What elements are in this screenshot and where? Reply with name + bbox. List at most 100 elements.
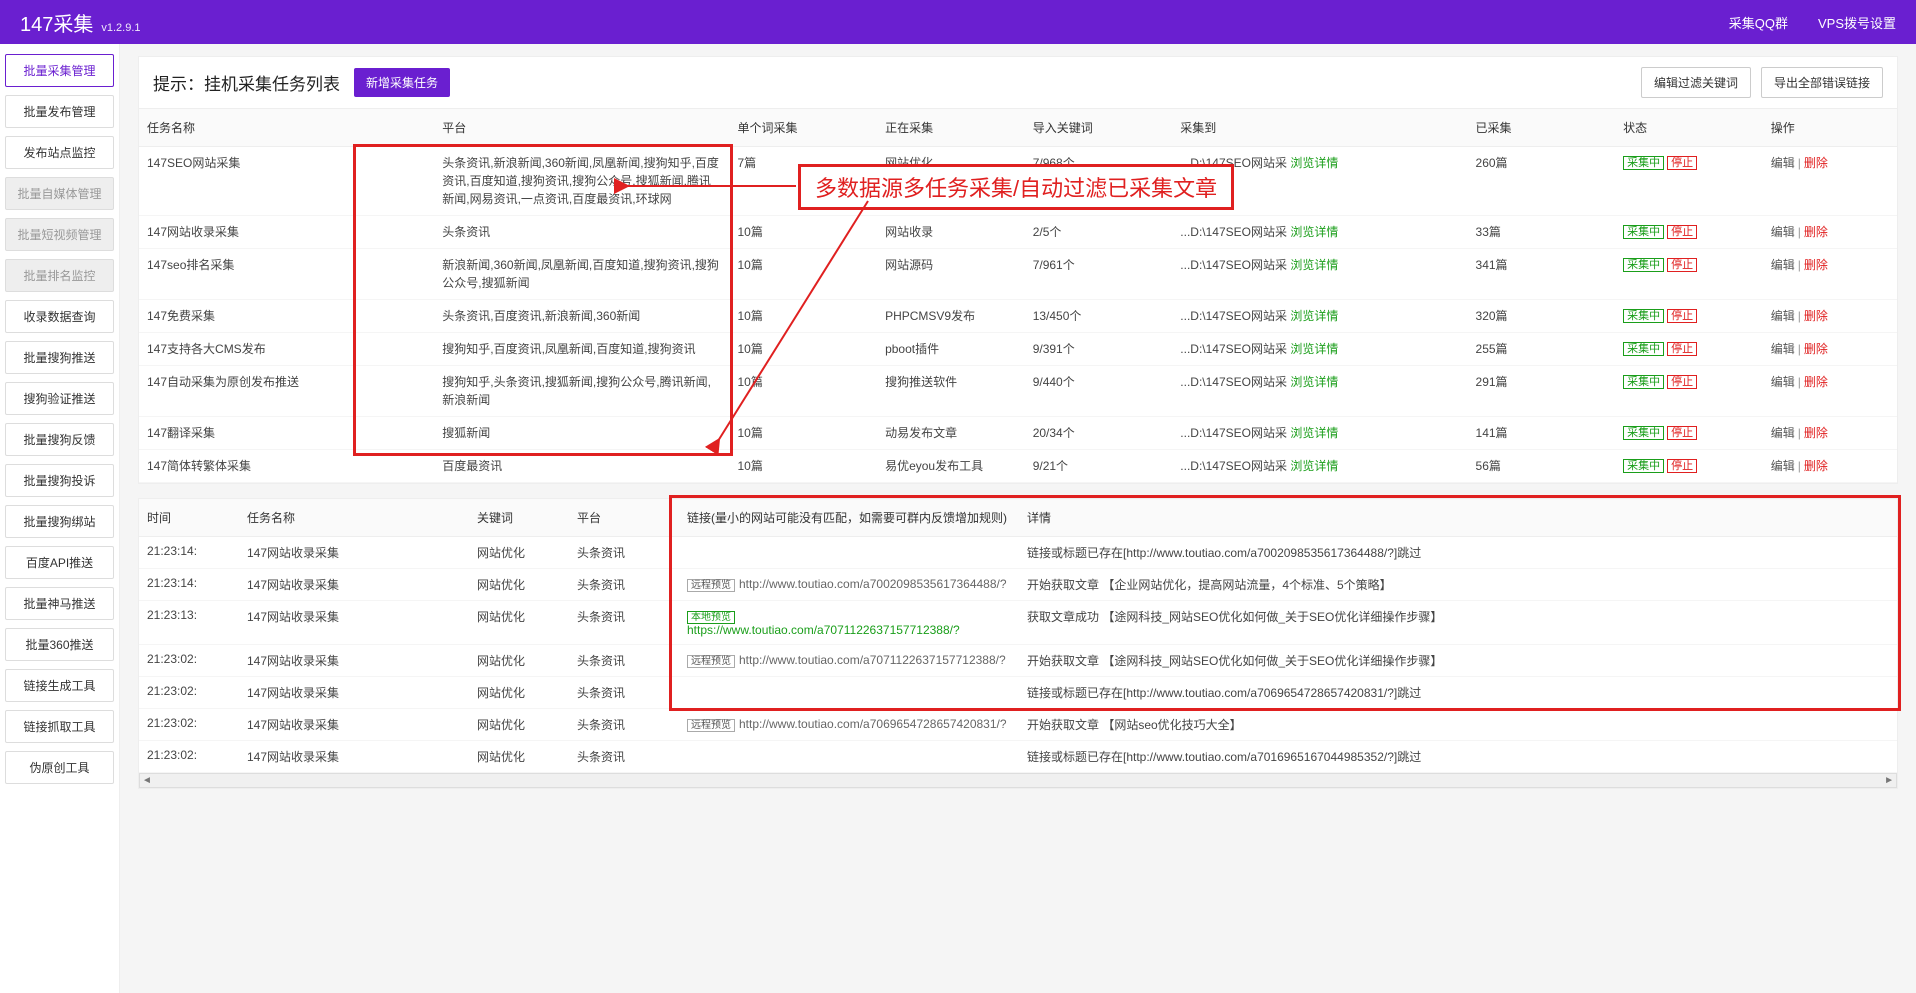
edit-link[interactable]: 编辑 [1771,156,1795,170]
cell-saveto: ...D:\147SEO网站采 浏览详情 [1172,333,1467,366]
cell-perword: 10篇 [729,417,877,450]
delete-link[interactable]: 删除 [1804,309,1828,323]
browse-detail-link[interactable]: 浏览详情 [1290,156,1338,170]
log-cell-name: 147网站收录采集 [239,677,469,709]
log-cell-detail: 开始获取文章 【网站seo优化技巧大全】 [1019,709,1897,741]
status-tag: 采集中 [1623,309,1664,323]
cell-perword: 10篇 [729,333,877,366]
sidebar-item[interactable]: 批量搜狗绑站 [5,505,114,538]
log-cell-name: 147网站收录采集 [239,537,469,569]
status-tag: 采集中 [1623,375,1664,389]
delete-link[interactable]: 删除 [1804,342,1828,356]
edit-link[interactable]: 编辑 [1771,258,1795,272]
browse-detail-link[interactable]: 浏览详情 [1290,342,1338,356]
cell-saveto: ...D:\147SEO网站采 浏览详情 [1172,300,1467,333]
stop-button[interactable]: 停止 [1667,375,1697,389]
top-bar: 147采集 v1.2.9.1 采集QQ群 VPS拨号设置 [0,0,1916,44]
log-cell-platform: 头条资讯 [569,537,679,569]
delete-link[interactable]: 删除 [1804,225,1828,239]
sidebar-item[interactable]: 批量神马推送 [5,587,114,620]
edit-link[interactable]: 编辑 [1771,342,1795,356]
annotation-box-log [669,495,1901,711]
sidebar-item[interactable]: 搜狗验证推送 [5,382,114,415]
delete-link[interactable]: 删除 [1804,156,1828,170]
sidebar-item[interactable]: 批量发布管理 [5,95,114,128]
browse-detail-link[interactable]: 浏览详情 [1290,459,1338,473]
browse-detail-link[interactable]: 浏览详情 [1290,309,1338,323]
delete-link[interactable]: 删除 [1804,375,1828,389]
sidebar-item[interactable]: 批量搜狗推送 [5,341,114,374]
edit-filter-keywords-button[interactable]: 编辑过滤关键词 [1641,67,1751,98]
col-saveto: 采集到 [1172,109,1467,147]
browse-detail-link[interactable]: 浏览详情 [1290,426,1338,440]
delete-link[interactable]: 删除 [1804,426,1828,440]
vps-settings-link[interactable]: VPS拨号设置 [1818,13,1896,32]
cell-perword: 10篇 [729,450,877,483]
sidebar-item[interactable]: 批量搜狗投诉 [5,464,114,497]
col-platform: 平台 [434,109,729,147]
app-version: v1.2.9.1 [101,22,140,34]
log-cell-time: 21:23:02: [139,741,239,773]
browse-detail-link[interactable]: 浏览详情 [1290,225,1338,239]
stop-button[interactable]: 停止 [1667,426,1697,440]
cell-collected: 141篇 [1468,417,1616,450]
edit-link[interactable]: 编辑 [1771,459,1795,473]
cell-collecting: 搜狗推送软件 [877,366,1025,417]
stop-button[interactable]: 停止 [1667,156,1697,170]
cell-status: 采集中停止 [1615,249,1763,300]
col-ops: 操作 [1763,109,1897,147]
sidebar-item[interactable]: 批量360推送 [5,628,114,661]
log-cell-keyword: 网站优化 [469,677,569,709]
stop-button[interactable]: 停止 [1667,258,1697,272]
sidebar-item[interactable]: 伪原创工具 [5,751,114,784]
log-cell-time: 21:23:02: [139,645,239,677]
log-cell-time: 21:23:02: [139,709,239,741]
edit-link[interactable]: 编辑 [1771,309,1795,323]
sidebar-item[interactable]: 链接抓取工具 [5,710,114,743]
stop-button[interactable]: 停止 [1667,225,1697,239]
new-task-button[interactable]: 新增采集任务 [354,68,450,97]
sidebar-item[interactable]: 发布站点监控 [5,136,114,169]
log-row: 21:23:02: 147网站收录采集 网站优化 头条资讯 链接或标题已存在[h… [139,741,1897,773]
cell-saveto: ...D:\147SEO网站采 浏览详情 [1172,417,1467,450]
log-col-keyword: 关键词 [469,499,569,537]
log-cell-name: 147网站收录采集 [239,741,469,773]
col-perword: 单个词采集 [729,109,877,147]
cell-imported: 7/961个 [1025,249,1173,300]
cell-collecting: 易优eyou发布工具 [877,450,1025,483]
col-task-name: 任务名称 [139,109,434,147]
stop-button[interactable]: 停止 [1667,459,1697,473]
col-collecting: 正在采集 [877,109,1025,147]
sidebar-item[interactable]: 链接生成工具 [5,669,114,702]
sidebar-item[interactable]: 百度API推送 [5,546,114,579]
edit-link[interactable]: 编辑 [1771,426,1795,440]
cell-saveto: ...D:\147SEO网站采 浏览详情 [1172,450,1467,483]
cell-saveto: ...D:\147SEO网站采 浏览详情 [1172,216,1467,249]
qq-group-link[interactable]: 采集QQ群 [1729,13,1788,32]
log-cell-keyword: 网站优化 [469,645,569,677]
cell-collected: 341篇 [1468,249,1616,300]
cell-ops: 编辑|删除 [1763,249,1897,300]
cell-imported: 9/21个 [1025,450,1173,483]
log-cell-name: 147网站收录采集 [239,569,469,601]
preview-button[interactable]: 远程预览 [687,719,735,732]
browse-detail-link[interactable]: 浏览详情 [1290,258,1338,272]
cell-ops: 编辑|删除 [1763,300,1897,333]
edit-link[interactable]: 编辑 [1771,375,1795,389]
edit-link[interactable]: 编辑 [1771,225,1795,239]
status-tag: 采集中 [1623,156,1664,170]
sidebar-item[interactable]: 批量搜狗反馈 [5,423,114,456]
browse-detail-link[interactable]: 浏览详情 [1290,375,1338,389]
cell-ops: 编辑|删除 [1763,417,1897,450]
sidebar-item[interactable]: 批量采集管理 [5,54,114,87]
log-cell-platform: 头条资讯 [569,645,679,677]
export-error-links-button[interactable]: 导出全部错误链接 [1761,67,1883,98]
log-cell-time: 21:23:14: [139,537,239,569]
sidebar-item[interactable]: 收录数据查询 [5,300,114,333]
sidebar: 批量采集管理批量发布管理发布站点监控批量自媒体管理批量短视频管理批量排名监控收录… [0,44,120,993]
stop-button[interactable]: 停止 [1667,342,1697,356]
delete-link[interactable]: 删除 [1804,258,1828,272]
stop-button[interactable]: 停止 [1667,309,1697,323]
horizontal-scrollbar[interactable]: ◄► [139,773,1897,788]
delete-link[interactable]: 删除 [1804,459,1828,473]
